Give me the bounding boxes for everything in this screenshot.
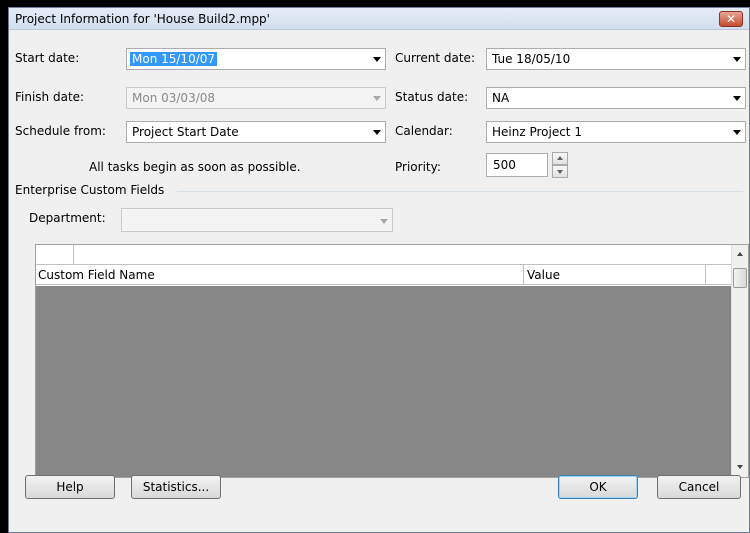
column-header-custom-field-name[interactable]: Custom Field Name: [38, 268, 155, 282]
department-combo: [121, 208, 393, 232]
dropdown-arrow-icon[interactable]: [733, 57, 741, 62]
priority-label: Priority:: [395, 160, 441, 174]
section-divider: [177, 191, 743, 192]
column-divider[interactable]: [705, 265, 706, 285]
grid-corner-cell: [36, 245, 74, 265]
dropdown-arrow-icon: [380, 219, 388, 224]
schedule-note: All tasks begin as soon as possible.: [89, 160, 301, 174]
help-button[interactable]: Help: [25, 475, 115, 499]
custom-fields-grid[interactable]: Custom Field Name Value: [35, 244, 749, 478]
scroll-up-icon[interactable]: [737, 252, 743, 256]
dropdown-arrow-icon[interactable]: [373, 130, 381, 135]
title-bar: Project Information for 'House Build2.mp…: [9, 8, 749, 30]
schedule-from-combo[interactable]: Project Start Date: [126, 121, 386, 143]
close-icon[interactable]: ✕: [719, 11, 743, 27]
column-header-value[interactable]: Value: [527, 268, 560, 282]
scroll-down-icon[interactable]: [737, 465, 743, 469]
calendar-combo[interactable]: Heinz Project 1: [486, 121, 746, 143]
cancel-button[interactable]: Cancel: [657, 475, 741, 499]
grid-body[interactable]: [36, 286, 732, 477]
current-date-label: Current date:: [395, 51, 475, 65]
calendar-value: Heinz Project 1: [492, 125, 582, 139]
status-date-combo[interactable]: NA: [486, 87, 746, 109]
finish-date-label: Finish date:: [15, 90, 85, 104]
dropdown-arrow-icon[interactable]: [733, 130, 741, 135]
enterprise-section-title: Enterprise Custom Fields: [15, 183, 165, 197]
start-date-label: Start date:: [15, 51, 80, 65]
priority-spinner[interactable]: [552, 152, 568, 178]
current-date-combo[interactable]: Tue 18/05/10: [486, 48, 746, 70]
dropdown-arrow-icon[interactable]: [373, 57, 381, 62]
vertical-scrollbar[interactable]: [731, 245, 748, 477]
finish-date-combo: Mon 03/03/08: [126, 87, 386, 109]
grid-header: Custom Field Name Value: [36, 264, 732, 285]
dropdown-arrow-icon[interactable]: [733, 96, 741, 101]
spin-down-icon[interactable]: [552, 165, 568, 178]
priority-input[interactable]: 500: [486, 153, 548, 177]
start-date-value: Mon 15/10/07: [130, 52, 218, 66]
schedule-from-label: Schedule from:: [15, 124, 106, 138]
finish-date-value: Mon 03/03/08: [132, 91, 216, 105]
status-date-label: Status date:: [395, 90, 469, 104]
schedule-from-value: Project Start Date: [132, 125, 239, 139]
column-divider[interactable]: [523, 265, 524, 285]
ok-button[interactable]: OK: [558, 475, 638, 499]
status-date-value: NA: [492, 91, 510, 105]
scroll-thumb[interactable]: [733, 268, 747, 288]
current-date-value: Tue 18/05/10: [492, 52, 571, 66]
window-title: Project Information for 'House Build2.mp…: [15, 12, 270, 26]
statistics-button[interactable]: Statistics...: [131, 475, 221, 499]
calendar-label: Calendar:: [395, 124, 453, 138]
dropdown-arrow-icon: [373, 96, 381, 101]
spin-up-icon[interactable]: [552, 152, 568, 165]
start-date-combo[interactable]: Mon 15/10/07: [126, 48, 386, 70]
department-label: Department:: [29, 211, 106, 225]
priority-value: 500: [493, 158, 516, 172]
project-information-dialog: Project Information for 'House Build2.mp…: [8, 7, 750, 533]
